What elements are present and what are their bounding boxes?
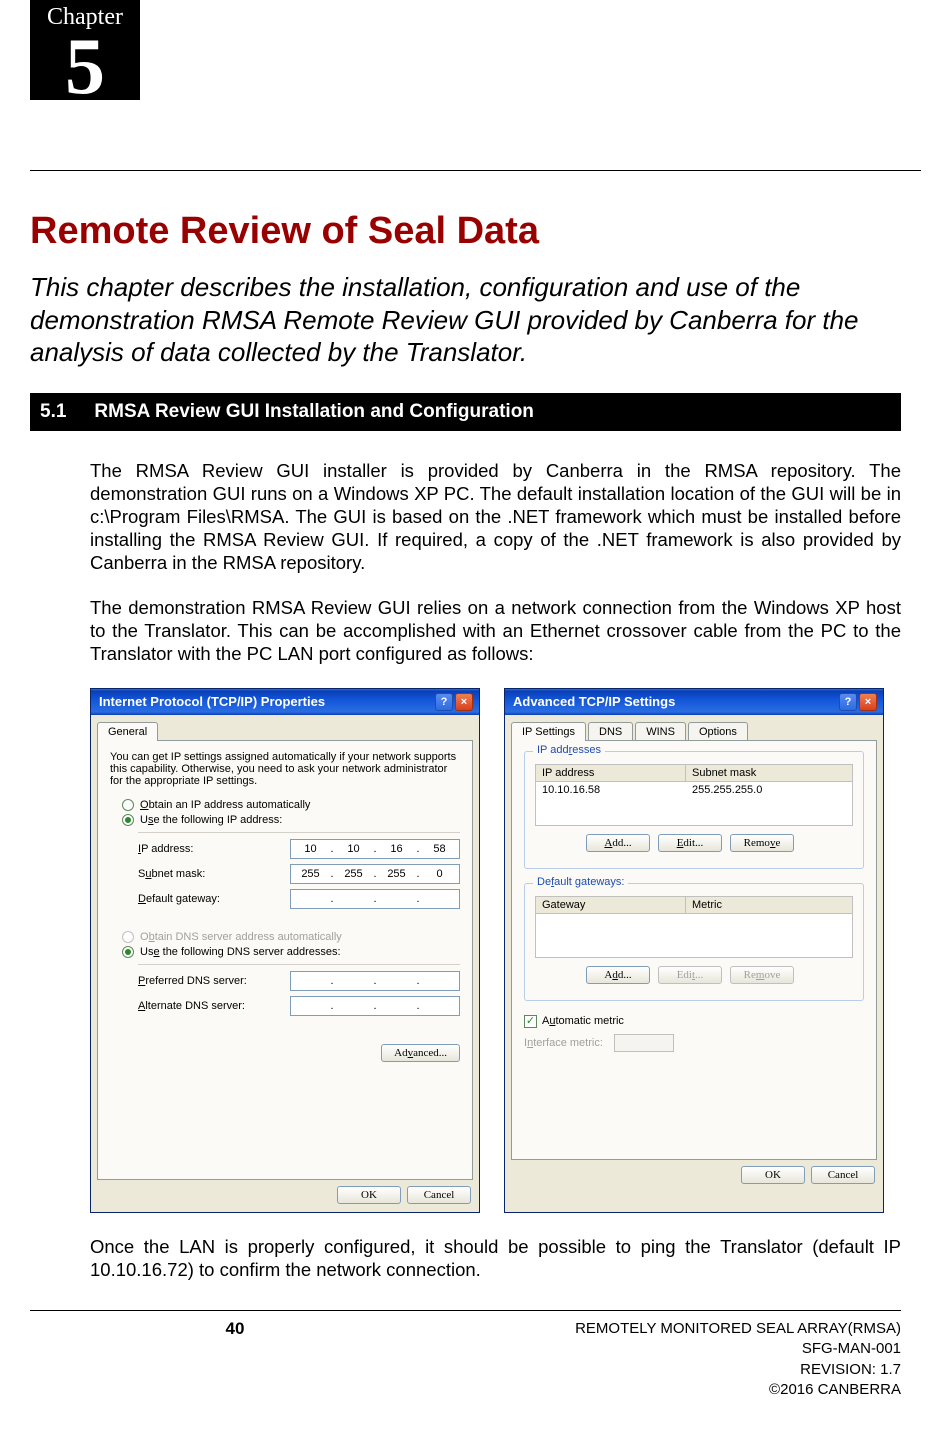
- tcpip-desc: You can get IP settings assigned automat…: [110, 751, 460, 787]
- remove-button[interactable]: Remove: [730, 834, 794, 852]
- tcpip-title: Internet Protocol (TCP/IP) Properties: [99, 694, 325, 709]
- chapter-intro: This chapter describes the installation,…: [30, 271, 901, 369]
- radio-use-dns[interactable]: Use the following DNS server addresses:: [122, 946, 460, 958]
- page-title: Remote Review of Seal Data: [30, 210, 901, 253]
- footer-line-1: REMOTELY MONITORED SEAL ARRAY(RMSA): [440, 1319, 901, 1339]
- paragraph-1: The RMSA Review GUI installer is provide…: [90, 459, 901, 575]
- paragraph-3: Once the LAN is properly configured, it …: [90, 1235, 901, 1281]
- preferred-dns-input[interactable]: ...: [290, 971, 460, 991]
- tcpip-titlebar: Internet Protocol (TCP/IP) Properties ? …: [91, 689, 479, 715]
- tab-options[interactable]: Options: [688, 722, 748, 741]
- ip-address-input[interactable]: 10. 10. 16. 58: [290, 839, 460, 859]
- footer-line-3: REVISION: 1.7: [440, 1360, 901, 1380]
- list-item[interactable]: 10.10.16.58 255.255.255.0: [536, 782, 852, 798]
- footer-line-2: SFG-MAN-001: [440, 1339, 901, 1359]
- help-icon[interactable]: ?: [839, 693, 857, 711]
- radio-obtain-ip[interactable]: Obtain an IP address automatically: [122, 799, 460, 811]
- footer-line-4: ©2016 CANBERRA: [440, 1380, 901, 1400]
- add-button[interactable]: Add...: [586, 834, 650, 852]
- cancel-button[interactable]: Cancel: [811, 1166, 875, 1184]
- section-header: 5.1 RMSA Review GUI Installation and Con…: [30, 393, 901, 431]
- ok-button[interactable]: OK: [741, 1166, 805, 1184]
- close-icon[interactable]: ×: [859, 693, 877, 711]
- tcpip-properties-dialog: Internet Protocol (TCP/IP) Properties ? …: [90, 688, 480, 1213]
- radio-obtain-ip-label: btain an IP address automatically: [149, 799, 311, 811]
- page-footer: 40 REMOTELY MONITORED SEAL ARRAY(RMSA) S…: [30, 1310, 901, 1400]
- close-icon[interactable]: ×: [455, 693, 473, 711]
- paragraph-2: The demonstration RMSA Review GUI relies…: [90, 596, 901, 665]
- help-icon[interactable]: ?: [435, 693, 453, 711]
- radio-icon: [122, 931, 134, 943]
- checkbox-icon: ✓: [524, 1015, 537, 1028]
- add-button[interactable]: Add...: [586, 966, 650, 984]
- tab-wins[interactable]: WINS: [635, 722, 686, 741]
- interface-metric-row: Interface metric:: [524, 1034, 864, 1052]
- radio-obtain-dns: Obtain DNS server address automatically: [122, 931, 460, 943]
- edit-button[interactable]: Edit...: [658, 834, 722, 852]
- col-subnet-mask: Subnet mask: [686, 765, 852, 781]
- advanced-titlebar: Advanced TCP/IP Settings ? ×: [505, 689, 883, 715]
- radio-icon: [122, 799, 134, 811]
- tab-general[interactable]: General: [97, 722, 158, 741]
- interface-metric-input: [614, 1034, 674, 1052]
- col-gateway: Gateway: [536, 897, 686, 913]
- radio-use-ip[interactable]: Use the following IP address:: [122, 814, 460, 826]
- automatic-metric-checkbox[interactable]: ✓ Automatic metric: [524, 1015, 864, 1028]
- advanced-tcpip-dialog: Advanced TCP/IP Settings ? × IP Settings…: [504, 688, 884, 1213]
- radio-icon: [122, 946, 134, 958]
- page-number: 40: [30, 1319, 440, 1400]
- chapter-badge: Chapter 5: [30, 0, 140, 100]
- section-title: RMSA Review GUI Installation and Configu…: [94, 401, 534, 423]
- default-gateways-group: Default gateways: Gateway Metric Add... …: [524, 883, 864, 1001]
- tab-ip-settings[interactable]: IP Settings: [511, 722, 586, 741]
- advanced-title: Advanced TCP/IP Settings: [513, 694, 675, 709]
- chapter-number: 5: [30, 31, 140, 100]
- subnet-mask-input[interactable]: 255. 255. 255. 0: [290, 864, 460, 884]
- col-ip-address: IP address: [536, 765, 686, 781]
- radio-icon: [122, 814, 134, 826]
- col-metric: Metric: [686, 897, 852, 913]
- top-rule: [30, 170, 921, 171]
- tab-dns[interactable]: DNS: [588, 722, 633, 741]
- section-number: 5.1: [40, 401, 66, 423]
- ok-button[interactable]: OK: [337, 1186, 401, 1204]
- alternate-dns-input[interactable]: ...: [290, 996, 460, 1016]
- default-gateway-input[interactable]: ...: [290, 889, 460, 909]
- ip-addresses-group: IP addresses IP address Subnet mask 10.1…: [524, 751, 864, 869]
- remove-button: Remove: [730, 966, 794, 984]
- edit-button: Edit...: [658, 966, 722, 984]
- advanced-button[interactable]: Advanced...: [381, 1044, 460, 1062]
- cancel-button[interactable]: Cancel: [407, 1186, 471, 1204]
